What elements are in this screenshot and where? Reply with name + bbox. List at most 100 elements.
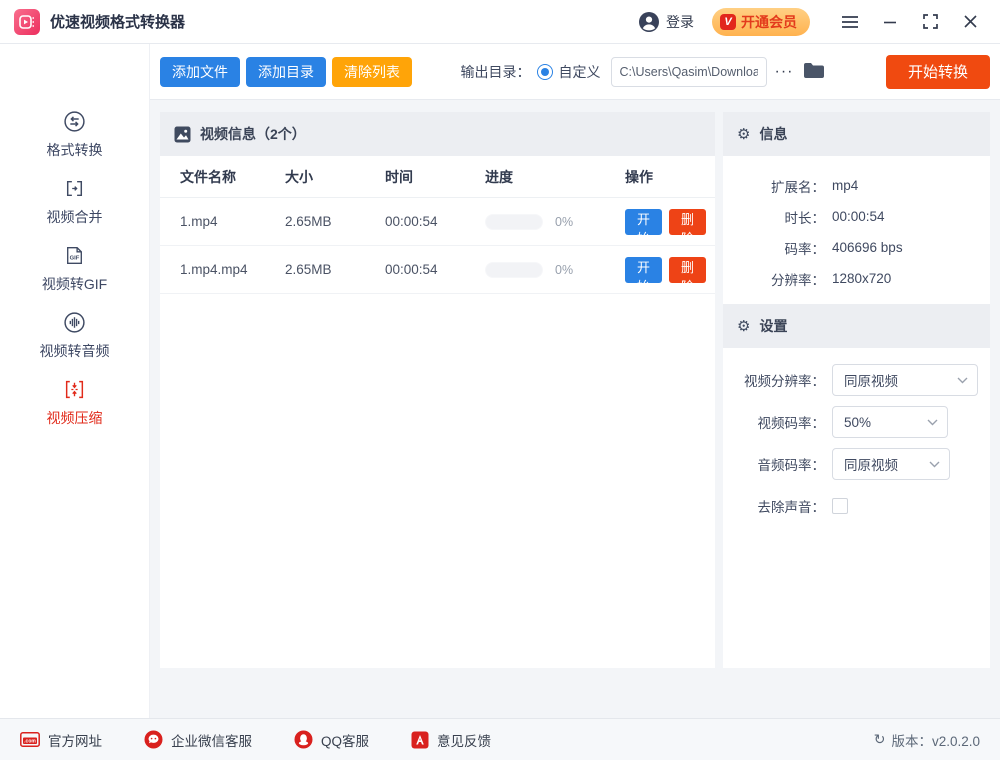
row-start-button[interactable]: 开始 (625, 209, 662, 235)
qq-icon (294, 730, 313, 749)
audio-bitrate-label: 音频码率： (723, 454, 825, 474)
table-column-headers: 文件名称 大小 时间 进度 操作 (160, 156, 715, 198)
audio-wave-icon (63, 311, 86, 334)
col-time: 时间 (385, 167, 485, 187)
chevron-down-icon (927, 419, 938, 426)
video-info-panel: 视频信息（2个） 文件名称 大小 时间 进度 操作 1.mp4 2.65MB 0… (160, 112, 715, 668)
video-compress-icon (63, 378, 86, 401)
video-info-header: 视频信息（2个） (160, 112, 715, 156)
wechat-icon (144, 730, 163, 749)
gear-icon: ⚙ (737, 317, 750, 335)
progress-bar (485, 262, 543, 278)
hamburger-icon (841, 15, 859, 29)
remove-audio-label: 去除声音： (723, 496, 825, 516)
remove-audio-checkbox[interactable] (832, 498, 848, 514)
file-name: 1.mp4 (180, 214, 285, 229)
open-folder-button[interactable] (799, 62, 829, 82)
table-row: 1.mp4.mp4 2.65MB 00:00:54 0% 开始 删除 (160, 246, 715, 294)
info-fields: 扩展名： mp4 时长： 00:00:54 码率： 406696 bps 分辨率… (723, 156, 990, 304)
col-actions: 操作 (625, 167, 695, 187)
resolution-value: 1280x720 (832, 271, 891, 286)
settings-title: 设置 (759, 316, 787, 336)
row-start-button[interactable]: 开始 (625, 257, 662, 283)
radio-selected-icon (537, 64, 553, 80)
maximize-button[interactable] (914, 7, 946, 37)
sidebar: 格式转换 视频合并 GIF 视频转GIF 视频转音频 (0, 44, 150, 718)
info-title: 信息 (759, 124, 787, 144)
row-delete-button[interactable]: 删除 (669, 257, 706, 283)
feedback-icon (411, 731, 429, 749)
open-vip-button[interactable]: V 开通会员 (712, 8, 810, 36)
qq-support-link[interactable]: QQ客服 (294, 730, 369, 750)
login-label: 登录 (666, 12, 694, 32)
browse-more-button[interactable]: ··· (769, 63, 800, 81)
svg-text:GIF: GIF (70, 256, 80, 262)
official-site-link[interactable]: .com 官方网址 (20, 730, 102, 750)
ext-value: mp4 (832, 178, 858, 193)
output-dir-label: 输出目录： (461, 62, 531, 82)
progress-percent: 0% (555, 263, 573, 277)
sidebar-item-video-to-audio[interactable]: 视频转音频 (0, 311, 149, 361)
video-resolution-select[interactable]: 同原视频 (832, 364, 978, 396)
audio-bitrate-select[interactable]: 同原视频 (832, 448, 950, 480)
add-file-button[interactable]: 添加文件 (160, 57, 240, 87)
custom-radio-label: 自定义 (559, 62, 601, 82)
output-path-input[interactable] (611, 57, 767, 87)
login-button[interactable]: 登录 (638, 11, 694, 33)
col-progress: 进度 (485, 167, 625, 187)
sidebar-item-label: 视频压缩 (47, 408, 103, 428)
video-resolution-label: 视频分辨率： (723, 370, 825, 390)
feedback-link[interactable]: 意见反馈 (411, 730, 491, 750)
col-filename: 文件名称 (180, 167, 285, 187)
add-directory-button[interactable]: 添加目录 (246, 57, 326, 87)
close-button[interactable] (954, 7, 986, 37)
gif-file-icon: GIF (63, 244, 86, 267)
titlebar: 优速视频格式转换器 登录 V 开通会员 (0, 0, 1000, 44)
minimize-icon (883, 15, 897, 29)
format-convert-icon (63, 110, 86, 133)
col-size: 大小 (285, 167, 385, 187)
table-row: 1.mp4 2.65MB 00:00:54 0% 开始 删除 (160, 198, 715, 246)
file-name: 1.mp4.mp4 (180, 262, 285, 277)
svg-text:.com: .com (24, 739, 36, 745)
duration-label: 时长： (723, 207, 825, 227)
duration-value: 00:00:54 (832, 209, 885, 224)
menu-button[interactable] (834, 7, 866, 37)
file-time: 00:00:54 (385, 262, 485, 277)
wechat-support-link[interactable]: 企业微信客服 (144, 730, 252, 750)
video-info-title: 视频信息（2个） (200, 124, 306, 144)
minimize-button[interactable] (874, 7, 906, 37)
version-area: ↻ 版本：v2.0.2.0 (874, 730, 980, 750)
user-avatar-icon (638, 11, 660, 33)
clear-list-button[interactable]: 清除列表 (332, 57, 412, 87)
video-merge-icon (63, 177, 86, 200)
version-label: 版本：v2.0.2.0 (891, 730, 980, 750)
app-title: 优速视频格式转换器 (50, 11, 185, 32)
bitrate-value: 406696 bps (832, 240, 903, 255)
check-update-icon[interactable]: ↻ (874, 731, 886, 748)
website-icon: .com (20, 732, 40, 747)
sidebar-item-video-to-gif[interactable]: GIF 视频转GIF (0, 244, 149, 294)
footer: .com 官方网址 企业微信客服 QQ客服 意见反馈 ↻ 版本：v2.0.2.0 (0, 718, 1000, 760)
sidebar-item-video-merge[interactable]: 视频合并 (0, 177, 149, 227)
sidebar-item-label: 视频合并 (47, 207, 103, 227)
sidebar-item-label: 视频转GIF (42, 274, 107, 294)
progress-bar (485, 214, 543, 230)
video-bitrate-select[interactable]: 50% (832, 406, 948, 438)
sidebar-item-label: 格式转换 (47, 140, 103, 160)
start-convert-button[interactable]: 开始转换 (886, 55, 990, 89)
vip-icon: V (720, 14, 736, 30)
ext-label: 扩展名： (723, 176, 825, 196)
chevron-down-icon (957, 377, 968, 384)
row-delete-button[interactable]: 删除 (669, 209, 706, 235)
vip-label: 开通会员 (741, 12, 797, 32)
custom-output-radio[interactable]: 自定义 (537, 62, 601, 82)
sidebar-item-format-convert[interactable]: 格式转换 (0, 110, 149, 160)
content-area: 视频信息（2个） 文件名称 大小 时间 进度 操作 1.mp4 2.65MB 0… (150, 100, 1000, 718)
chevron-down-icon (929, 461, 940, 468)
sidebar-item-video-compress[interactable]: 视频压缩 (0, 378, 149, 428)
fullscreen-icon (923, 14, 938, 29)
progress-percent: 0% (555, 215, 573, 229)
resolution-label: 分辨率： (723, 269, 825, 289)
folder-icon (803, 62, 825, 79)
